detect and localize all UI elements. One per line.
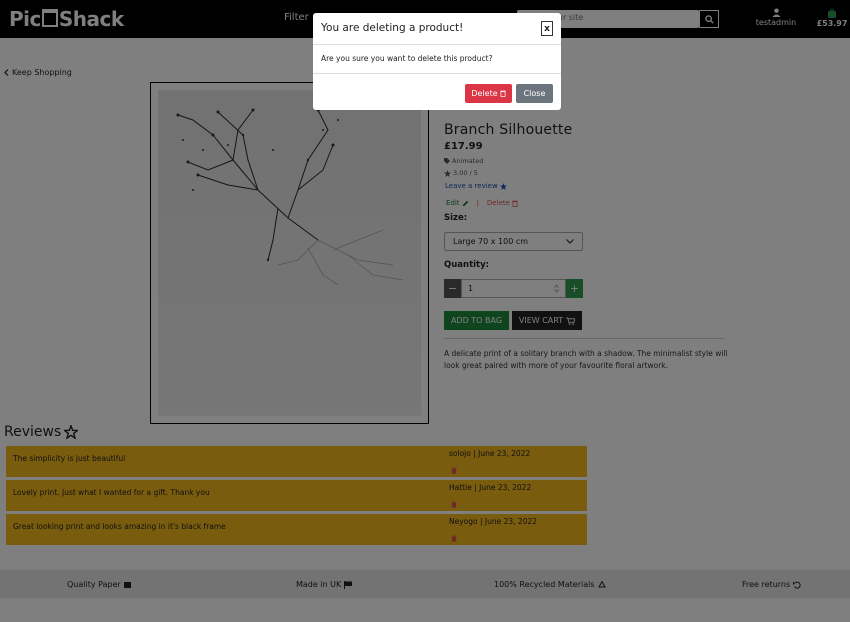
modal-close-x-button[interactable]: x [541, 21, 553, 36]
delete-confirmation-modal: You are deleting a product! x Are you su… [313, 13, 561, 110]
trash-icon [499, 90, 506, 97]
modal-body-text: Are you sure you want to delete this pro… [321, 54, 493, 63]
modal-header: You are deleting a product! x [313, 13, 561, 45]
modal-title: You are deleting a product! [321, 22, 464, 34]
modal-footer: Delete Close [313, 73, 561, 110]
modal-close-button[interactable]: Close [516, 84, 553, 103]
confirm-delete-button[interactable]: Delete [465, 84, 512, 103]
confirm-delete-label: Delete [471, 89, 498, 98]
